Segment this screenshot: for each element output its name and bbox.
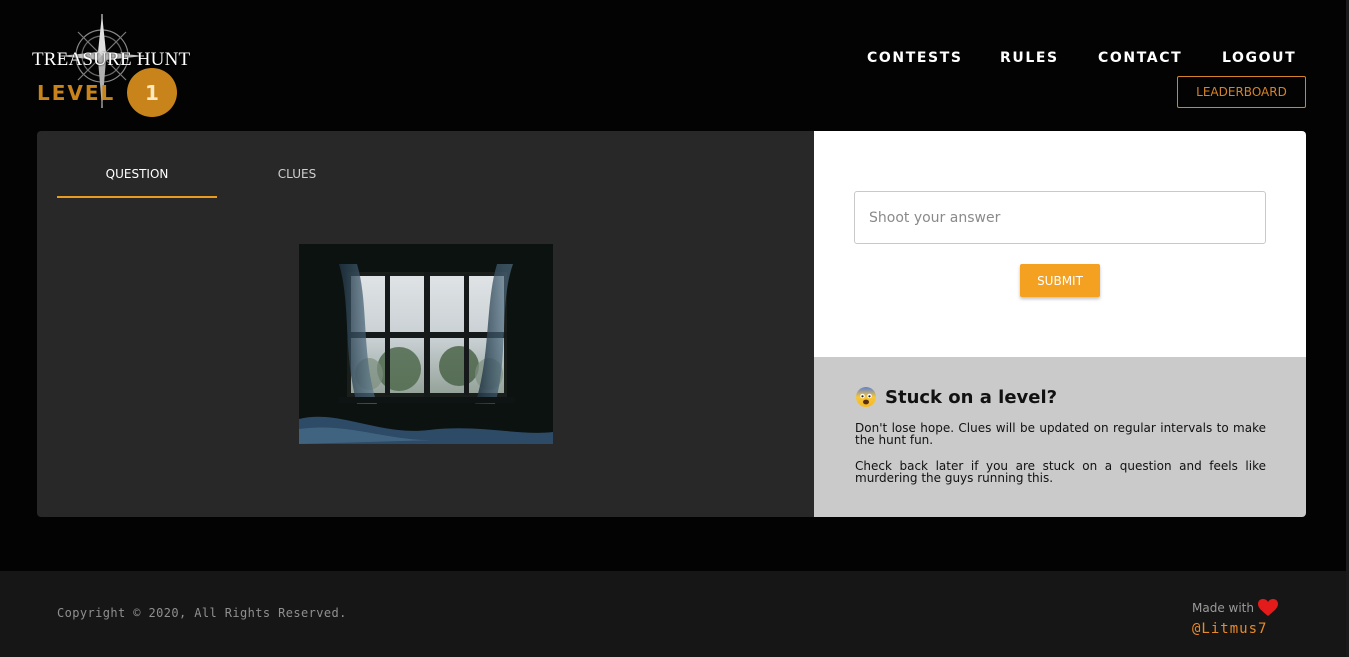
logo-text: Treasure Hunt: [32, 49, 191, 70]
made-with: Made with: [1192, 599, 1278, 617]
tab-clues[interactable]: CLUES: [217, 167, 377, 181]
copyright-text: Copyright © 2020, All Rights Reserved.: [57, 606, 347, 620]
question-panel: QUESTION CLUES: [37, 131, 814, 517]
help-title: Stuck on a level?: [855, 386, 1057, 408]
fearful-face-icon: [856, 387, 876, 407]
help-paragraph-2: Check back later if you are stuck on a q…: [855, 459, 1266, 485]
footer: Copyright © 2020, All Rights Reserved. M…: [0, 571, 1349, 657]
leaderboard-button[interactable]: LEADERBOARD: [1177, 76, 1306, 108]
window-photo: [299, 244, 553, 444]
help-panel: Stuck on a level? Don't lose hope. Clues…: [814, 357, 1306, 517]
header: Treasure Hunt LEVEL 1 CONTESTS RULES CON…: [0, 0, 1349, 131]
nav-contests[interactable]: CONTESTS: [867, 50, 963, 66]
made-with-label: Made with: [1192, 601, 1254, 615]
level-label: LEVEL: [37, 81, 116, 105]
help-paragraph-1: Don't lose hope. Clues will be updated o…: [855, 421, 1266, 447]
active-tab-indicator: [57, 196, 217, 198]
nav-contact[interactable]: CONTACT: [1098, 50, 1182, 66]
tab-question[interactable]: QUESTION: [57, 167, 217, 181]
submit-button[interactable]: SUBMIT: [1020, 264, 1100, 297]
level-number-badge: 1: [127, 68, 177, 117]
nav-rules[interactable]: RULES: [1000, 50, 1059, 66]
heart-icon: [1257, 599, 1278, 616]
help-title-text: Stuck on a level?: [885, 386, 1058, 408]
question-image: [299, 244, 553, 444]
answer-panel: SUBMIT: [814, 131, 1306, 357]
nav-logout[interactable]: LOGOUT: [1222, 50, 1296, 66]
answer-input[interactable]: [854, 191, 1266, 244]
author-handle[interactable]: @Litmus7: [1192, 621, 1267, 637]
